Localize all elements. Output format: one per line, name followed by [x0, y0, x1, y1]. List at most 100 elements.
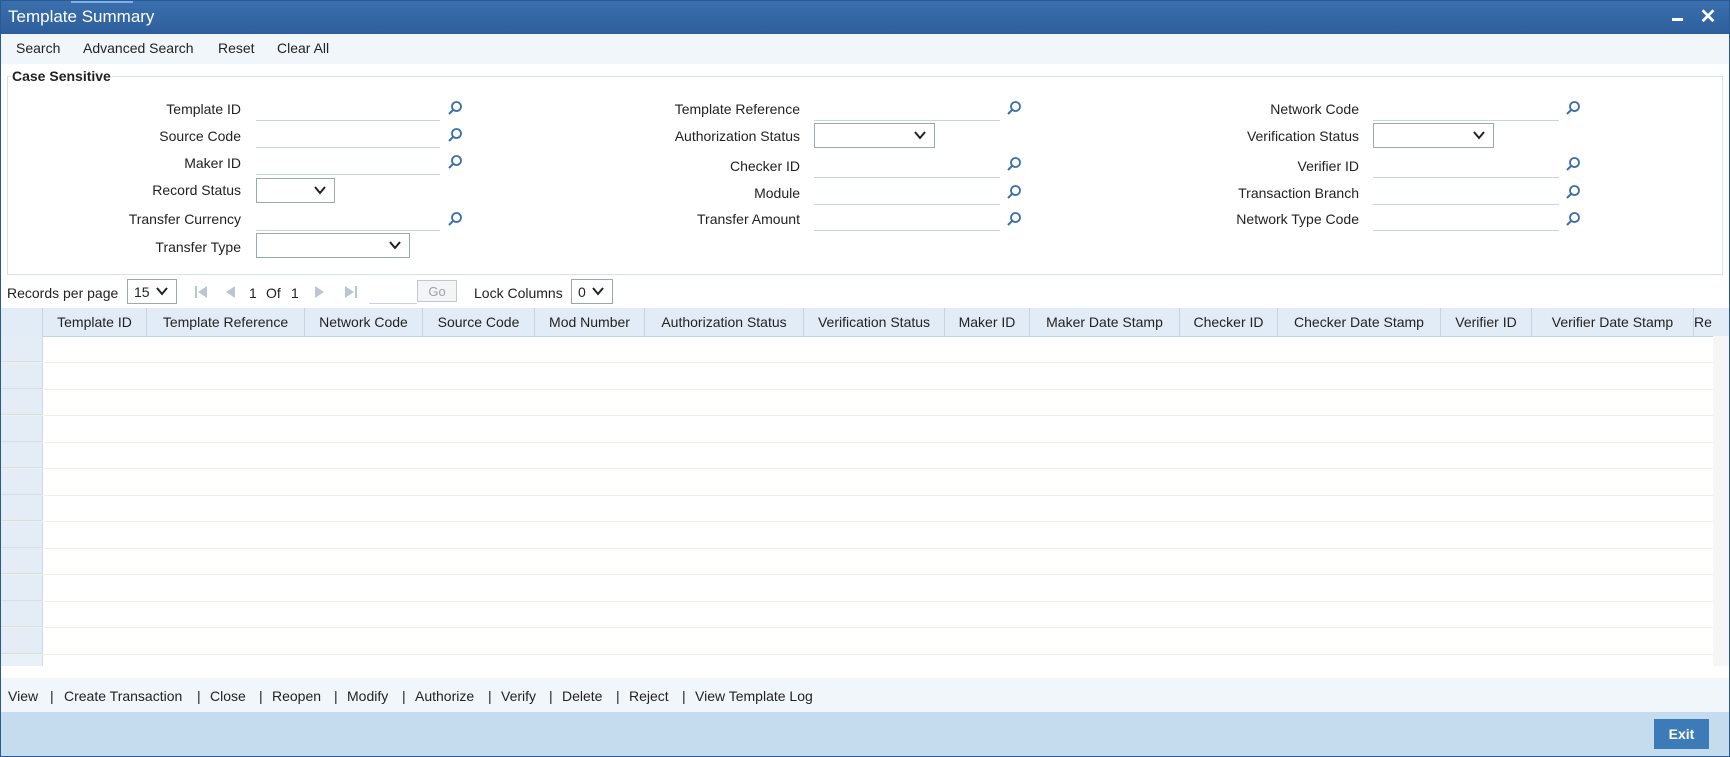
column-header[interactable]: Source Code: [423, 308, 535, 336]
module-input[interactable]: [814, 180, 1000, 205]
table-row[interactable]: [1, 521, 1713, 549]
row-selector[interactable]: [1, 521, 42, 548]
verification-status-select[interactable]: [1373, 123, 1494, 148]
maker-id-input[interactable]: [256, 150, 440, 175]
modify-action[interactable]: Modify: [347, 688, 388, 704]
column-header[interactable]: Template Reference: [147, 308, 305, 336]
next-page-icon[interactable]: [311, 284, 327, 300]
go-button[interactable]: Go: [417, 280, 457, 302]
delete-action[interactable]: Delete: [562, 688, 602, 704]
search-button[interactable]: Search: [16, 40, 60, 56]
reopen-action[interactable]: Reopen: [272, 688, 321, 704]
action-separator: |: [50, 688, 54, 704]
search-icon[interactable]: [1565, 211, 1581, 227]
reject-action[interactable]: Reject: [629, 688, 669, 704]
view-action[interactable]: View: [8, 688, 38, 704]
row-selector[interactable]: [1, 627, 42, 654]
chevron-down-icon: [592, 287, 604, 296]
row-selector[interactable]: [1, 442, 42, 468]
authorization-status-select[interactable]: [814, 123, 935, 148]
search-icon[interactable]: [1565, 156, 1581, 172]
table-row[interactable]: [1, 362, 1713, 390]
row-selector[interactable]: [1, 362, 42, 389]
search-icon[interactable]: [1565, 184, 1581, 200]
search-icon[interactable]: [447, 211, 463, 227]
total-pages: 1: [291, 285, 299, 301]
search-icon[interactable]: [447, 154, 463, 170]
view-template-log-action[interactable]: View Template Log: [695, 688, 813, 704]
template-reference-input[interactable]: [814, 96, 1000, 121]
row-selector[interactable]: [1, 574, 42, 601]
row-selector[interactable]: [1, 468, 42, 495]
advanced-search-button[interactable]: Advanced Search: [83, 40, 194, 56]
vertical-scrollbar[interactable]: [1713, 336, 1729, 666]
table-row[interactable]: [1, 336, 1713, 363]
reset-button[interactable]: Reset: [218, 40, 255, 56]
last-page-icon[interactable]: [343, 284, 359, 300]
create-transaction-action[interactable]: Create Transaction: [64, 688, 182, 704]
authorize-action[interactable]: Authorize: [415, 688, 474, 704]
network-type-code-input[interactable]: [1373, 206, 1559, 231]
search-icon[interactable]: [447, 127, 463, 143]
verify-action[interactable]: Verify: [501, 688, 536, 704]
column-header[interactable]: Verifier Date Stamp: [1532, 308, 1694, 336]
close-action[interactable]: Close: [210, 688, 246, 704]
search-icon[interactable]: [1006, 100, 1022, 116]
table-row[interactable]: [1, 627, 1713, 655]
table-row[interactable]: [1, 574, 1713, 602]
search-icon[interactable]: [1565, 100, 1581, 116]
search-icon[interactable]: [447, 100, 463, 116]
table-row[interactable]: [1, 468, 1713, 496]
column-header[interactable]: Checker Date Stamp: [1278, 308, 1441, 336]
table-row[interactable]: [1, 415, 1713, 443]
transfer-amount-input[interactable]: [814, 206, 1000, 231]
column-header[interactable]: Authorization Status: [645, 308, 804, 336]
table-row[interactable]: [1, 495, 1713, 522]
column-header[interactable]: Mod Number: [535, 308, 645, 336]
table-row[interactable]: [1, 389, 1713, 416]
records-per-page-select[interactable]: 15: [127, 279, 177, 304]
record-status-select[interactable]: [256, 178, 335, 203]
grid-header: Template ID Template Reference Network C…: [1, 308, 1729, 337]
checker-id-input[interactable]: [814, 153, 1000, 178]
select-all-header[interactable]: [1, 308, 43, 336]
source-code-input[interactable]: [256, 123, 440, 148]
case-sensitive-legend: Case Sensitive: [11, 68, 112, 84]
row-selector[interactable]: [1, 601, 42, 627]
transfer-currency-input[interactable]: [256, 206, 440, 231]
row-selector[interactable]: [1, 415, 42, 442]
transaction-branch-input[interactable]: [1373, 180, 1559, 205]
table-row[interactable]: [1, 442, 1713, 469]
template-summary-window: Template Summary ✕ Search Advanced Searc…: [0, 0, 1730, 757]
page-number-input[interactable]: [369, 281, 417, 304]
row-selector[interactable]: [1, 336, 42, 362]
column-header[interactable]: Network Code: [305, 308, 423, 336]
lock-columns-select[interactable]: 0: [571, 279, 613, 304]
column-header[interactable]: Verification Status: [804, 308, 945, 336]
table-row[interactable]: [1, 548, 1713, 575]
row-selector[interactable]: [1, 389, 42, 415]
exit-button[interactable]: Exit: [1654, 719, 1709, 749]
clear-all-button[interactable]: Clear All: [277, 40, 329, 56]
minimize-button[interactable]: [1667, 4, 1689, 30]
column-header[interactable]: Maker Date Stamp: [1030, 308, 1180, 336]
column-header[interactable]: Maker ID: [945, 308, 1030, 336]
close-window-button[interactable]: ✕: [1697, 4, 1719, 30]
row-selector[interactable]: [1, 495, 42, 521]
row-selector[interactable]: [1, 548, 42, 574]
first-page-icon[interactable]: [193, 284, 209, 300]
column-header[interactable]: Template ID: [43, 308, 147, 336]
table-row[interactable]: [1, 601, 1713, 628]
search-icon[interactable]: [1006, 211, 1022, 227]
verifier-id-input[interactable]: [1373, 153, 1559, 178]
authorization-status-label: Authorization Status: [674, 128, 800, 144]
search-icon[interactable]: [1006, 156, 1022, 172]
column-header[interactable]: Checker ID: [1180, 308, 1278, 336]
network-code-input[interactable]: [1373, 96, 1559, 121]
transfer-type-select[interactable]: [256, 233, 410, 258]
search-icon[interactable]: [1006, 184, 1022, 200]
template-id-input[interactable]: [256, 96, 440, 121]
previous-page-icon[interactable]: [223, 284, 239, 300]
column-header[interactable]: Re: [1694, 308, 1729, 336]
column-header[interactable]: Verifier ID: [1441, 308, 1532, 336]
